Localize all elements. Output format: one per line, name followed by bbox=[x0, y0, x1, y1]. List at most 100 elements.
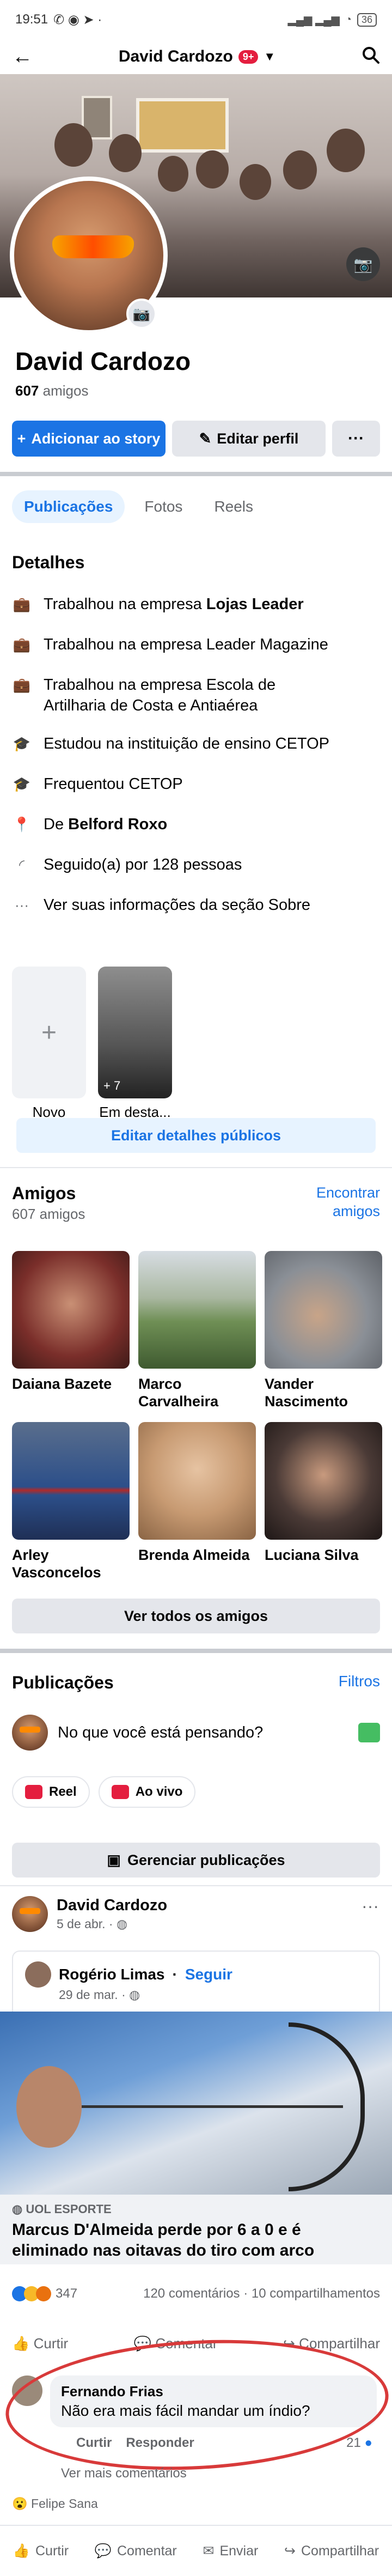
article-link[interactable]: ◍ UOL ESPORTE Marcus D'Almeida perde por… bbox=[0, 2195, 392, 2264]
globe-icon: ◍ bbox=[116, 1917, 128, 1931]
post-composer[interactable]: No que você está pensando? bbox=[12, 1711, 380, 1754]
reactions-summary[interactable]: 347 120 comentários · 10 compartilhament… bbox=[12, 2286, 380, 2301]
notification-icons: ✆ ◉ ➤ · bbox=[53, 12, 102, 27]
article-image[interactable] bbox=[0, 2012, 392, 2195]
like-button[interactable]: 👍 Curtir bbox=[12, 2335, 68, 2352]
tab-photos[interactable]: Fotos bbox=[132, 490, 194, 523]
friend-card[interactable]: Daiana Bazete bbox=[12, 1251, 130, 1410]
group-person bbox=[196, 150, 229, 189]
search-icon[interactable] bbox=[362, 46, 380, 68]
detail-item: 🎓 Estudou na instituição de ensino CETOP bbox=[12, 733, 382, 754]
red-circle-annotation bbox=[2, 2330, 392, 2480]
detail-item: 💼 Trabalhou na empresa Leader Magazine bbox=[12, 634, 382, 655]
status-time: 19:51 bbox=[15, 12, 48, 27]
group-person bbox=[240, 164, 271, 200]
ellipsis-icon: ··· bbox=[15, 897, 29, 913]
shared-post-header: Rogério Limas · Seguir 29 de mar. · ◍ bbox=[12, 1951, 380, 2012]
wall-painting bbox=[136, 98, 229, 153]
friend-card[interactable]: Luciana Silva bbox=[265, 1422, 382, 1581]
tab-reels[interactable]: Reels bbox=[202, 490, 265, 523]
post-author-name[interactable]: David Cardozo bbox=[57, 1897, 167, 1915]
friends-header: Amigos 607 amigos bbox=[12, 1183, 85, 1223]
graduation-cap-icon: 🎓 bbox=[13, 736, 31, 752]
group-person bbox=[54, 123, 93, 167]
profile-actions: + Adicionar ao story ✎ Editar perfil ··· bbox=[12, 421, 380, 457]
friend-card[interactable]: Brenda Almeida bbox=[138, 1422, 256, 1581]
briefcase-icon: 💼 bbox=[13, 677, 31, 693]
article-source: UOL ESPORTE bbox=[26, 2202, 112, 2216]
location-pin-icon: 📍 bbox=[13, 816, 31, 833]
share-icon: ↪ bbox=[284, 2543, 296, 2559]
notification-badge: 9+ bbox=[238, 50, 259, 64]
bottom-share-button[interactable]: ↪ Compartilhar bbox=[284, 2543, 379, 2559]
more-options-button[interactable]: ··· bbox=[332, 421, 380, 457]
archer-figure bbox=[16, 2066, 82, 2148]
follow-button[interactable]: Seguir bbox=[185, 1966, 232, 1983]
avatar-camera-icon[interactable]: 📷 bbox=[126, 299, 157, 329]
messenger-icon: ✉ bbox=[203, 2543, 215, 2559]
briefcase-icon: 💼 bbox=[13, 636, 31, 653]
angry-reaction-icon bbox=[36, 2286, 51, 2301]
detail-item: 💼 Trabalhou na empresa Lojas Leader bbox=[12, 594, 382, 615]
group-person bbox=[327, 129, 365, 172]
bottom-send-button[interactable]: ✉ Enviar bbox=[203, 2543, 258, 2559]
edit-public-details-button[interactable]: Editar detalhes públicos bbox=[16, 1118, 376, 1153]
friend-card[interactable]: Vander Nascimento bbox=[265, 1251, 382, 1410]
article-headline: Marcus D'Almeida perde por 6 a 0 e é eli… bbox=[12, 2221, 315, 2259]
thumbs-up-icon: 👍 bbox=[13, 2543, 30, 2559]
bottom-comment-button[interactable]: 💬 Comentar bbox=[95, 2543, 177, 2559]
filters-link[interactable]: Filtros bbox=[339, 1673, 380, 1690]
comment-reactions[interactable]: 21 ● bbox=[346, 2435, 372, 2451]
bottom-like-button[interactable]: 👍 Curtir bbox=[13, 2543, 69, 2559]
bottom-action-bar: 👍 Curtir 💬 Comentar ✉ Enviar ↪ Compartilhar bbox=[0, 2525, 392, 2576]
post-options-icon[interactable]: ··· bbox=[362, 1896, 379, 1916]
bow-shape bbox=[289, 2022, 365, 2191]
live-button[interactable]: Ao vivo bbox=[98, 1776, 196, 1808]
composer-input[interactable]: No que você está pensando? bbox=[58, 1724, 348, 1742]
featured-highlights: + Novo + 7 Em desta... bbox=[12, 967, 172, 1121]
add-story-button[interactable]: + Adicionar ao story bbox=[12, 421, 166, 457]
composer-options: Reel Ao vivo bbox=[12, 1776, 196, 1808]
detail-item: 📍 De Belford Roxo bbox=[12, 814, 382, 835]
manage-posts-button[interactable]: ▣ Gerenciar publicações bbox=[12, 1843, 380, 1878]
friend-photo bbox=[138, 1251, 256, 1369]
friend-card[interactable]: Marco Carvalheira bbox=[138, 1251, 256, 1410]
friends-count-label: 607 amigos bbox=[12, 1206, 85, 1222]
tab-posts[interactable]: Publicações bbox=[12, 490, 125, 523]
back-arrow-icon[interactable]: ← bbox=[12, 46, 33, 67]
profile-name: David Cardozo bbox=[15, 347, 191, 375]
friends-title: Amigos bbox=[12, 1183, 76, 1203]
edit-profile-button[interactable]: ✎ Editar perfil bbox=[172, 421, 326, 457]
comments-shares-count: 120 comentários · 10 compartilhamentos bbox=[143, 2286, 380, 2301]
reel-button[interactable]: Reel bbox=[12, 1776, 90, 1808]
new-highlight[interactable]: + Novo bbox=[12, 967, 86, 1121]
globe-icon: ◍ bbox=[129, 1988, 140, 2002]
signal-icon: ▂▄▆ ▂▄▆ bbox=[287, 14, 340, 26]
friend-count[interactable]: 607 amigos bbox=[15, 382, 88, 399]
shared-post-date: 29 de mar. · bbox=[59, 1988, 126, 2002]
post-date: 5 de abr. · bbox=[57, 1917, 113, 1931]
friend-photo bbox=[265, 1251, 382, 1369]
shared-author-name[interactable]: Rogério Limas bbox=[59, 1966, 164, 1983]
see-about-info-link[interactable]: ··· Ver suas informações da seção Sobre bbox=[12, 895, 382, 915]
cover-camera-icon[interactable]: 📷 bbox=[346, 247, 380, 281]
caret-down-icon: ▼ bbox=[264, 50, 276, 63]
live-video-icon bbox=[111, 1785, 129, 1799]
sunglasses bbox=[52, 235, 134, 258]
wifi-icon: ◔ bbox=[345, 13, 352, 26]
friend-photo bbox=[12, 1422, 130, 1540]
detail-item: ◜ Seguido(a) por 128 pessoas bbox=[12, 854, 382, 875]
featured-highlight[interactable]: + 7 Em desta... bbox=[98, 967, 172, 1121]
see-all-friends-button[interactable]: Ver todos os amigos bbox=[12, 1599, 380, 1633]
section-divider bbox=[0, 472, 392, 476]
avatar[interactable] bbox=[25, 1961, 51, 1988]
rss-icon: ◜ bbox=[19, 856, 25, 873]
avatar[interactable] bbox=[12, 1896, 48, 1932]
profile-switcher[interactable]: David Cardozo 9+ ▼ bbox=[119, 47, 275, 66]
emoji-icon: 😮 bbox=[12, 2496, 28, 2511]
view-more-comments-link[interactable]: Ver mais comentários bbox=[61, 2466, 187, 2481]
section-divider bbox=[0, 1167, 392, 1168]
friend-card[interactable]: Arley Vasconcelos bbox=[12, 1422, 130, 1581]
photo-icon[interactable] bbox=[358, 1723, 380, 1742]
find-friends-link[interactable]: Encontrar amigos bbox=[298, 1183, 380, 1220]
